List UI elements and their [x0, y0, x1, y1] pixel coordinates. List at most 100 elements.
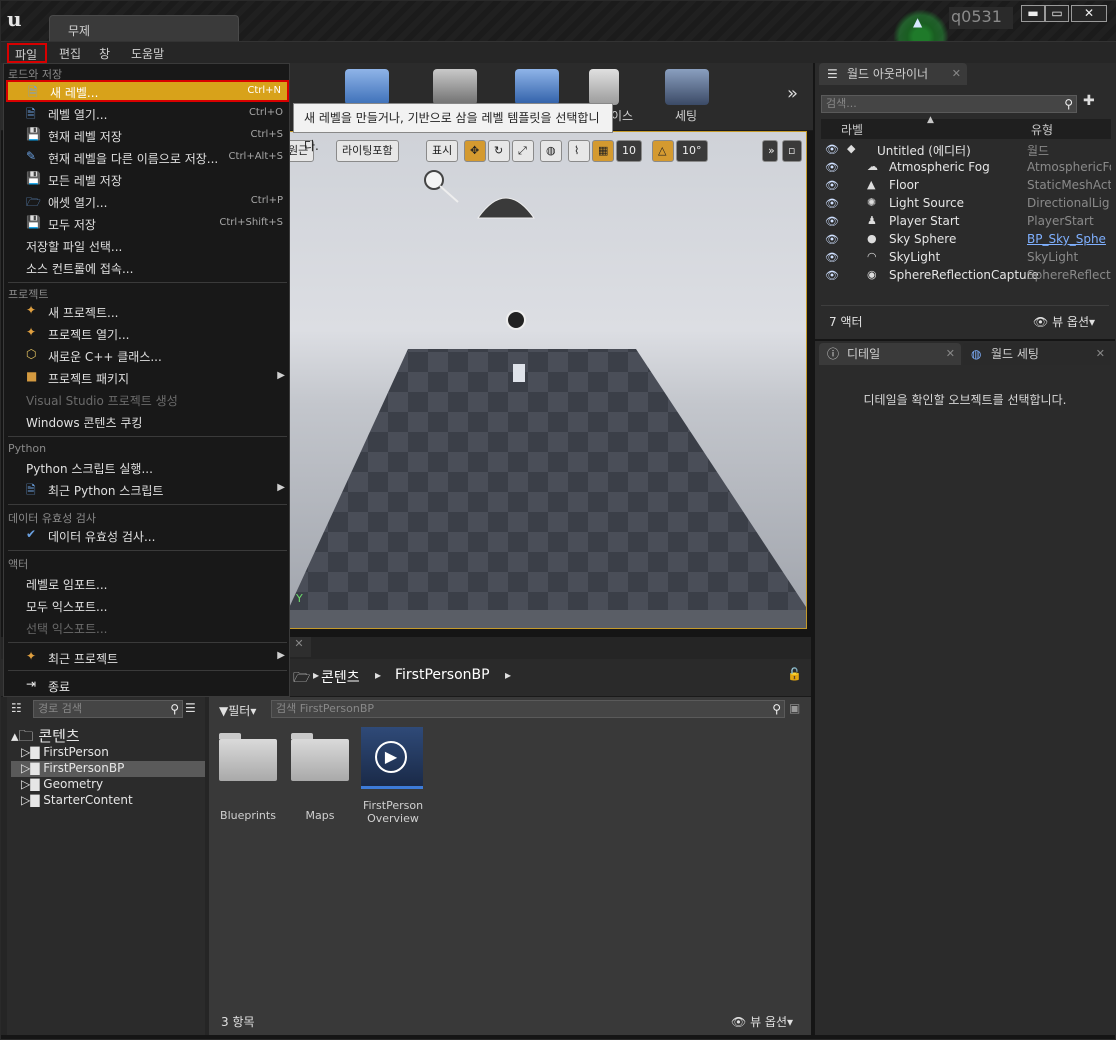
visibility-eye-icon[interactable]: 👁 [825, 215, 839, 228]
visibility-eye-icon[interactable]: 👁 [825, 233, 839, 246]
menu-save-all-levels[interactable]: 💾 모든 레벨 저장 [6, 168, 289, 190]
tree-item[interactable]: ▷▇ FirstPerson [21, 745, 109, 761]
menu-window[interactable]: 창 [99, 45, 110, 62]
outliner-row[interactable]: 👁 ◠ SkyLight SkyLight [821, 249, 1111, 267]
minimize-button[interactable]: ▬ [1021, 5, 1045, 22]
menu-help[interactable]: 도움말 [131, 45, 164, 62]
rotation-snap-value[interactable]: 10° [676, 140, 708, 162]
outliner-row[interactable]: 👁 ◆ Untitled (에디터) 월드 [821, 141, 1111, 159]
close-icon[interactable]: ✕ [287, 637, 311, 657]
menu-open-project[interactable]: ✦ 프로젝트 열기... [6, 322, 289, 344]
menu-import-level[interactable]: 레벨로 임포트... [6, 572, 289, 594]
document-tab[interactable]: 무제 [49, 15, 239, 41]
visibility-eye-icon[interactable]: 👁 [825, 269, 839, 282]
visibility-eye-icon[interactable]: 👁 [825, 179, 839, 192]
grid-snap-value[interactable]: 10 [616, 140, 642, 162]
menu-exit[interactable]: ⇥ 종료 [6, 674, 289, 696]
outliner-row[interactable]: 👁 ▲ Floor StaticMeshAct [821, 177, 1111, 195]
menu-export-all[interactable]: 모두 익스포트... [6, 594, 289, 616]
menu-recent-projects[interactable]: ✦ 최근 프로젝트 ▶ [6, 646, 289, 668]
outliner-view-options[interactable]: 👁 뷰 옵션▾ [1033, 313, 1095, 330]
breadcrumb-separator[interactable]: ▸ [505, 668, 511, 682]
grid-snap-icon[interactable]: ▦ [592, 140, 614, 162]
menu-file[interactable]: 파일 [7, 43, 47, 63]
outliner-row[interactable]: 👁 ☁ Atmospheric Fog AtmosphericFo [821, 159, 1111, 177]
col-label-header[interactable]: 라벨 [841, 121, 863, 138]
tree-root[interactable]: ▴🗀 콘텐츠 [11, 725, 80, 745]
list-view-icon[interactable]: ☰ [185, 701, 196, 715]
maximize-viewport-icon[interactable]: ▫ [782, 140, 802, 162]
menu-package-project[interactable]: ■ 프로젝트 패키지 ▶ [6, 366, 289, 388]
level-viewport[interactable]: 원근 라이팅포함 표시 ✥ ↻ ⤢ ◍ ⌇ ▦ 10 △ 10° » ▫ Y [287, 131, 807, 629]
outliner-row[interactable]: 👁 ✺ Light Source DirectionalLig [821, 195, 1111, 213]
menu-edit[interactable]: 편집 [59, 45, 81, 62]
marketplace-icon[interactable] [589, 69, 619, 105]
menu-save-all[interactable]: 💾 모두 저장 Ctrl+Shift+S [6, 212, 289, 234]
menu-choose-files[interactable]: 저장할 파일 선택... [6, 234, 289, 256]
menu-source-control[interactable]: 소스 컨트롤에 접속... [6, 256, 289, 278]
folder-icon: ▷▇ [21, 745, 40, 759]
build-icon[interactable] [345, 69, 389, 105]
folder-maps-icon[interactable] [291, 739, 349, 781]
menu-new-project[interactable]: ✦ 새 프로젝트... [6, 300, 289, 322]
tab-world-outliner[interactable]: ☰ 월드 아웃라이너 ✕ [819, 63, 967, 85]
tree-item-selected[interactable]: ▷▇ FirstPersonBP [11, 761, 205, 777]
menu-open-asset[interactable]: 🗁 애셋 열기... Ctrl+P [6, 190, 289, 212]
lock-icon[interactable]: 🔓 [787, 667, 802, 681]
visibility-eye-icon[interactable]: 👁 [825, 251, 839, 264]
tab-world-settings[interactable]: ◍ 월드 세팅 ✕ [963, 343, 1111, 365]
grid-icon[interactable] [515, 69, 559, 105]
tree-item[interactable]: ▷▇ Geometry [21, 777, 103, 793]
menu-run-python[interactable]: Python 스크립트 실행... [6, 456, 289, 478]
level-asset-thumbnail[interactable]: ▶ [361, 727, 423, 789]
lit-mode-button[interactable]: 라이팅포함 [336, 140, 399, 162]
translate-mode-icon[interactable]: ✥ [464, 140, 486, 162]
rotate-mode-icon[interactable]: ↻ [488, 140, 510, 162]
toolbar-overflow-icon[interactable]: » [787, 83, 798, 104]
menu-open-level[interactable]: 🗎 레벨 열기... Ctrl+O [6, 102, 289, 124]
visibility-eye-icon[interactable]: 👁 [825, 197, 839, 210]
outliner-row[interactable]: 👁 ◉ SphereReflectionCapture SphereReflec… [821, 267, 1111, 285]
breadcrumb-current[interactable]: FirstPersonBP [395, 667, 490, 683]
toolbar-label-partial: 이스 [611, 109, 634, 123]
outliner-row[interactable]: 👁 ♟ Player Start PlayerStart [821, 213, 1111, 231]
sources-toggle-icon[interactable]: ☷ [11, 701, 22, 715]
save-search-icon[interactable]: ▣ [789, 701, 800, 715]
close-icon[interactable]: ✕ [1096, 343, 1105, 365]
visibility-eye-icon[interactable]: 👁 [825, 161, 839, 174]
menu-save-current[interactable]: 💾 현재 레벨 저장 Ctrl+S [6, 124, 289, 146]
tab-details[interactable]: ⓘ 디테일 ✕ [819, 343, 961, 365]
path-search-input[interactable]: 경로 검색 ⚲ [33, 700, 183, 718]
menu-cook-windows[interactable]: Windows 콘텐츠 쿠킹 [6, 410, 289, 432]
close-button[interactable]: ✕ [1071, 5, 1107, 22]
world-space-icon[interactable]: ◍ [540, 140, 562, 162]
menu-save-as[interactable]: ✎ 현재 레벨을 다른 이름으로 저장... Ctrl+Alt+S [6, 146, 289, 168]
asset-search-input[interactable]: 검색 FirstPersonBP ⚲ [271, 700, 785, 718]
visibility-eye-icon[interactable]: 👁 [825, 143, 839, 156]
surface-snap-icon[interactable]: ⌇ [568, 140, 590, 162]
menu-validate-data[interactable]: ✔ 데이터 유효성 검사... [6, 524, 289, 546]
tools-icon[interactable] [433, 69, 477, 105]
asset-view-options[interactable]: 👁 뷰 옵션▾ [731, 1013, 793, 1030]
filter-button[interactable]: ▼필터▾ [219, 702, 256, 719]
blueprint-link[interactable]: BP_Sky_Sphe [1027, 232, 1111, 246]
menu-recent-python[interactable]: 🗎 최근 Python 스크립트 ▶ [6, 478, 289, 500]
add-filter-icon[interactable]: ✚ [1083, 93, 1095, 109]
rotation-snap-icon[interactable]: △ [652, 140, 674, 162]
maximize-button[interactable]: ▭ [1045, 5, 1069, 22]
viewport-more-icon[interactable]: » [762, 140, 778, 162]
menu-new-cpp-class[interactable]: ⬡ 새로운 C++ 클래스... [6, 344, 289, 366]
settings-icon[interactable] [665, 69, 709, 105]
validate-icon: ✔ [26, 527, 37, 541]
col-type-header[interactable]: 유형 [1031, 121, 1053, 138]
breadcrumb-root[interactable]: 콘텐츠 [321, 667, 360, 687]
show-button[interactable]: 표시 [426, 140, 459, 162]
folder-blueprints-icon[interactable] [219, 739, 277, 781]
outliner-search-input[interactable]: 검색... ⚲ [821, 95, 1077, 113]
close-icon[interactable]: ✕ [946, 343, 955, 365]
tree-item[interactable]: ▷▇ StarterContent [21, 793, 133, 809]
scale-mode-icon[interactable]: ⤢ [512, 140, 534, 162]
menu-new-level[interactable]: 🗎 새 레벨... Ctrl+N [6, 80, 289, 102]
outliner-row[interactable]: 👁 ● Sky Sphere BP_Sky_Sphe [821, 231, 1111, 249]
close-icon[interactable]: ✕ [952, 63, 961, 85]
